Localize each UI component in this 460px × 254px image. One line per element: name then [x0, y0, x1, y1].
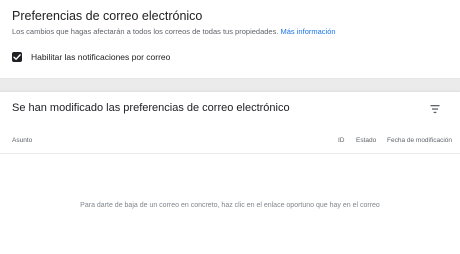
enable-notifications-label: Habilitar las notificaciones por correo — [31, 52, 171, 62]
filter-button[interactable] — [426, 100, 444, 118]
email-preferences-description: Los cambios que hagas afectarán a todos … — [12, 27, 336, 36]
column-header-modified-date[interactable]: Fecha de modificación — [387, 137, 452, 144]
check-icon — [13, 54, 21, 60]
column-header-id[interactable]: ID — [338, 137, 345, 144]
modified-preferences-card: Se han modificado las preferencias de co… — [0, 92, 460, 254]
table-header-divider — [0, 153, 460, 154]
description-text: Los cambios que hagas afectarán a todos … — [12, 27, 279, 36]
column-header-status[interactable]: Estado — [356, 137, 376, 144]
modified-preferences-title: Se han modificado las preferencias de co… — [12, 102, 290, 114]
column-header-subject[interactable]: Asunto — [12, 137, 32, 144]
more-info-link[interactable]: Más información — [281, 27, 336, 36]
empty-state-message: Para darte de baja de un correo en concr… — [80, 202, 380, 209]
section-divider — [0, 79, 460, 92]
filter-icon — [430, 105, 440, 114]
email-preferences-card: Preferencias de correo electrónico Los c… — [0, 0, 460, 79]
email-preferences-title: Preferencias de correo electrónico — [12, 9, 203, 23]
enable-notifications-checkbox[interactable] — [12, 52, 22, 62]
